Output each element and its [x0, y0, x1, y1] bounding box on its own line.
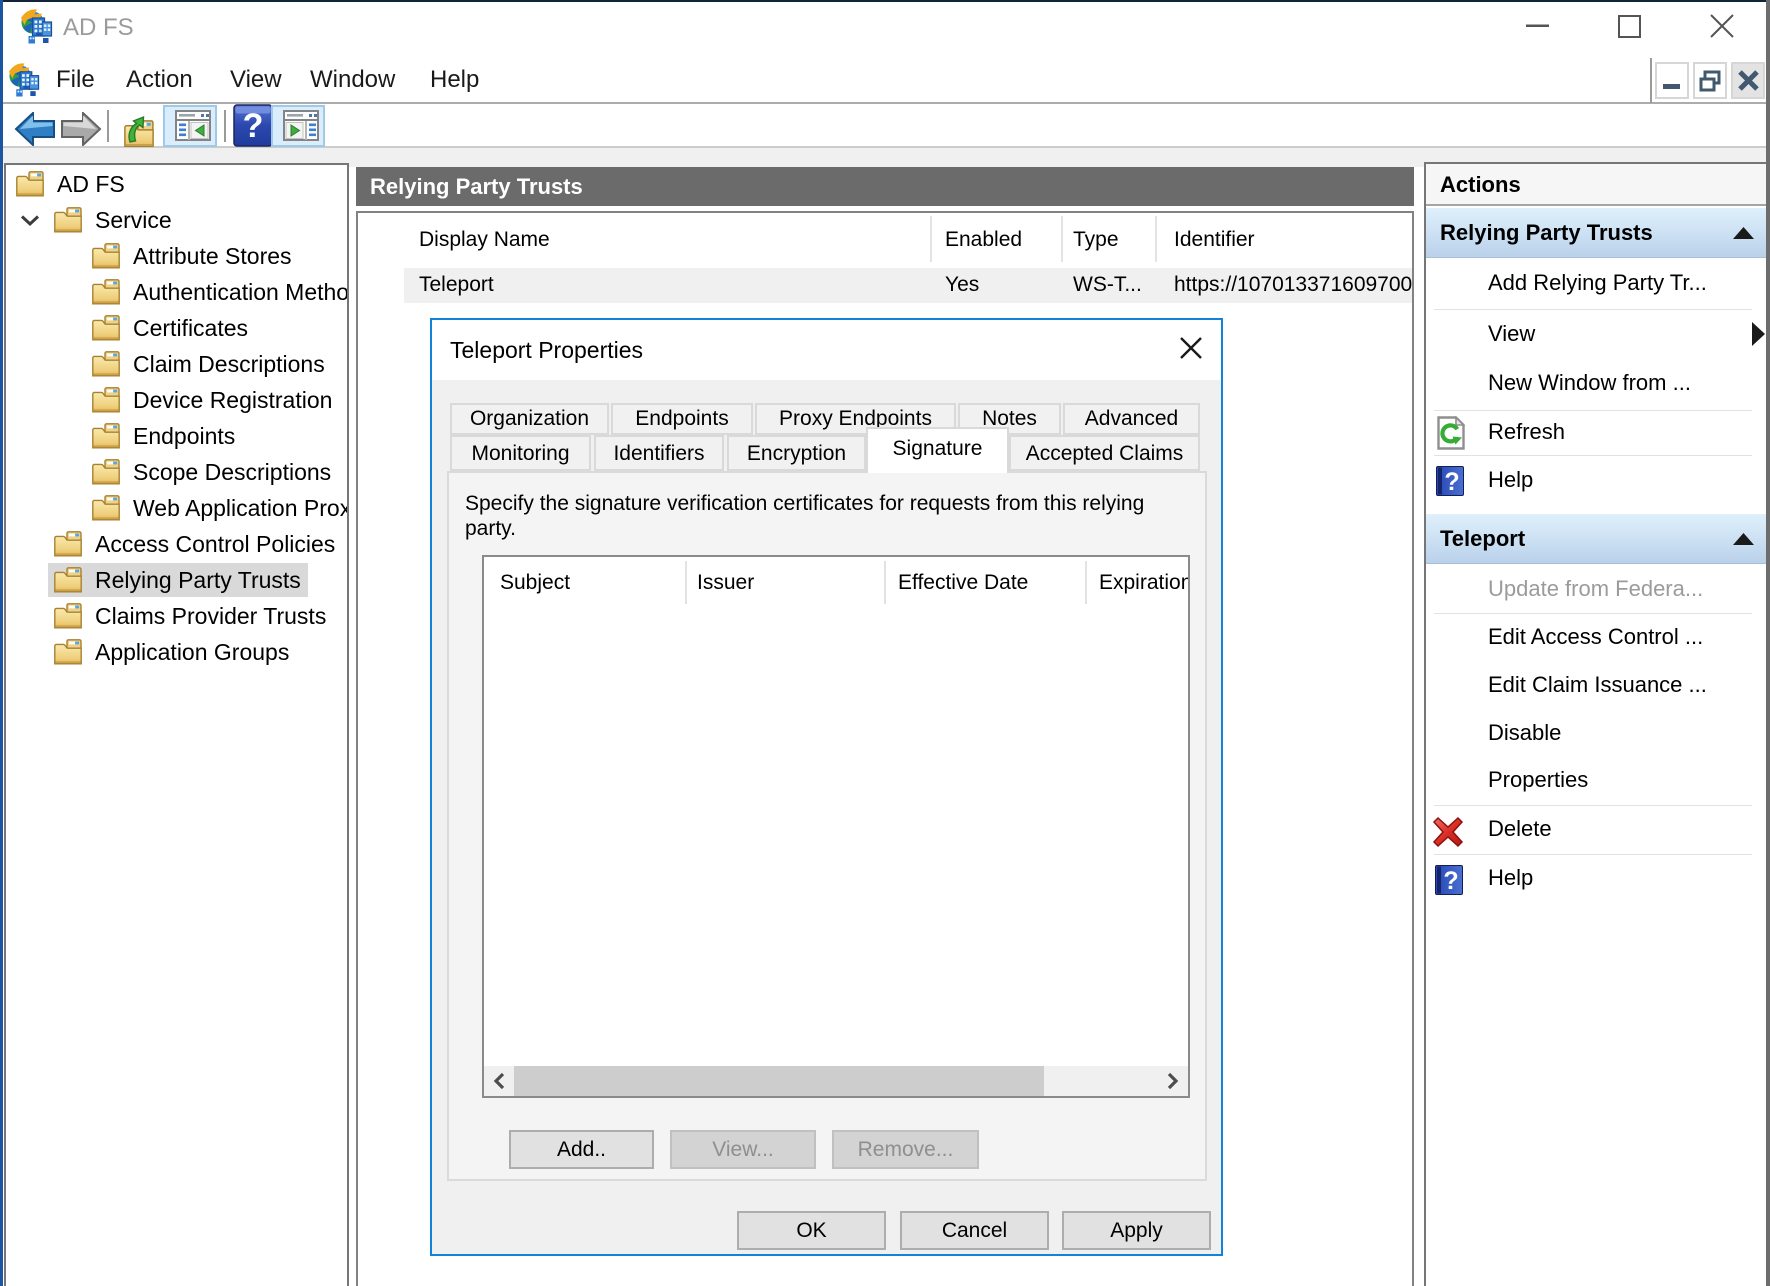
svg-text:?: ? — [1443, 867, 1458, 895]
svg-text:?: ? — [243, 107, 264, 145]
svg-text:?: ? — [1444, 468, 1459, 496]
